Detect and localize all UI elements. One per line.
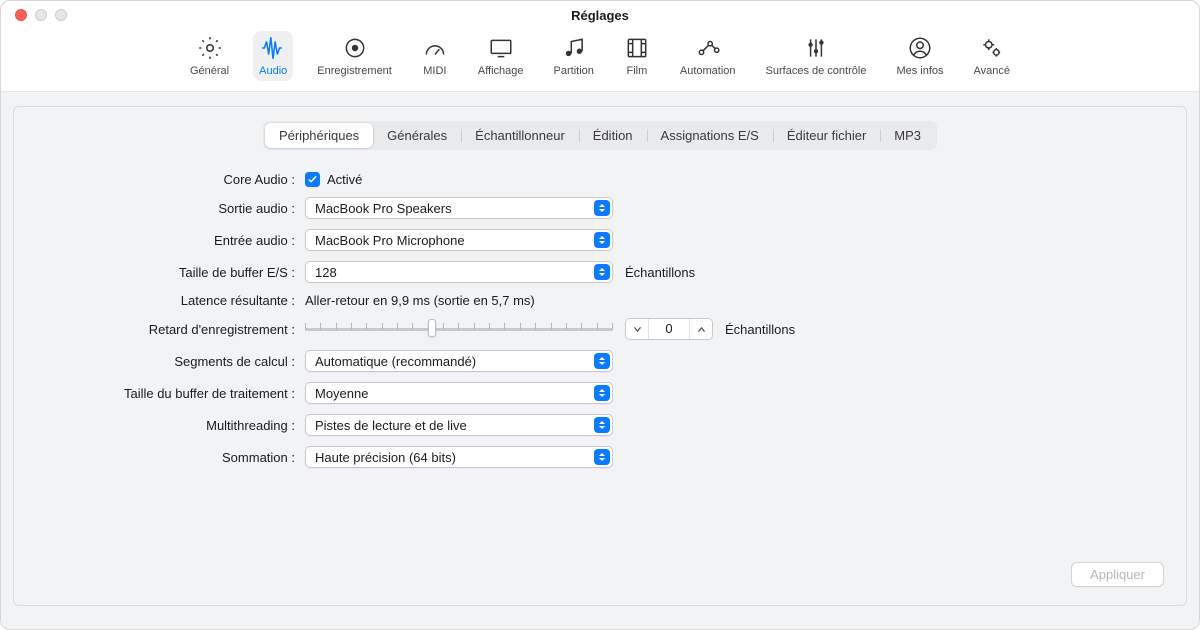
io-buffer-select[interactable]: 128 [305,261,613,283]
toolbar-label: MIDI [423,65,446,77]
toolbar-item-movie[interactable]: Film [618,31,656,81]
select-value: Haute précision (64 bits) [315,450,456,465]
slider-thumb[interactable] [428,319,436,337]
select-value: Moyenne [315,386,368,401]
sliders-icon [803,35,829,61]
label-process-buffer: Taille du buffer de traitement : [50,386,305,401]
label-recording-delay: Retard d'enregistrement : [50,322,305,337]
settings-window: Réglages Général Audio Enregistrement MI… [0,0,1200,630]
gear-icon [197,35,223,61]
toolbar-label: Automation [680,65,736,77]
recording-delay-unit: Échantillons [725,322,795,337]
multithreading-select[interactable]: Pistes de lecture et de live [305,414,613,436]
label-output-device: Sortie audio : [50,201,305,216]
toolbar-label: Affichage [478,65,524,77]
processing-segments-select[interactable]: Automatique (recommandé) [305,350,613,372]
tab-general[interactable]: Générales [373,123,461,148]
toolbar-label: Surfaces de contrôle [766,65,867,77]
apply-button[interactable]: Appliquer [1071,562,1164,587]
process-buffer-select[interactable]: Moyenne [305,382,613,404]
dropdown-caret-icon [594,417,610,433]
tab-editing[interactable]: Édition [579,123,647,148]
maximize-button[interactable] [55,9,67,21]
stepper-value: 0 [648,319,690,339]
toolbar-item-recording[interactable]: Enregistrement [311,31,398,81]
window-title: Réglages [1,8,1199,23]
toolbar-label: Mes infos [896,65,943,77]
select-value: MacBook Pro Speakers [315,201,452,216]
film-icon [624,35,650,61]
toolbar-label: Général [190,65,229,77]
select-value: Automatique (recommandé) [315,354,476,369]
label-input-device: Entrée audio : [50,233,305,248]
dropdown-caret-icon [594,232,610,248]
tab-io-assignments[interactable]: Assignations E/S [647,123,773,148]
dropdown-caret-icon [594,353,610,369]
stepper-up-button[interactable] [690,319,712,339]
music-notes-icon [561,35,587,61]
toolbar-item-control-surfaces[interactable]: Surfaces de contrôle [760,31,873,81]
automation-icon [695,35,721,61]
dropdown-caret-icon [594,200,610,216]
label-summing: Sommation : [50,450,305,465]
tab-devices[interactable]: Périphériques [265,123,373,148]
close-button[interactable] [15,9,27,21]
checkbox-checked-icon [305,172,320,187]
traffic-lights [1,9,67,21]
toolbar-item-advanced[interactable]: Avancé [968,31,1017,81]
summing-select[interactable]: Haute précision (64 bits) [305,446,613,468]
toolbar-item-general[interactable]: Général [184,31,235,81]
toolbar: Général Audio Enregistrement MIDI Affich… [1,29,1199,92]
toolbar-item-display[interactable]: Affichage [472,31,530,81]
toolbar-label: Partition [554,65,594,77]
tab-mp3[interactable]: MP3 [880,123,935,148]
person-icon [907,35,933,61]
select-value: Pistes de lecture et de live [315,418,467,433]
toolbar-label: Audio [259,65,287,77]
record-icon [342,35,368,61]
settings-panel: Périphériques Générales Échantillonneur … [13,106,1187,606]
display-icon [488,35,514,61]
titlebar: Réglages [1,1,1199,29]
toolbar-label: Avancé [974,65,1011,77]
waveform-icon [260,35,286,61]
recording-delay-stepper: 0 [625,318,713,340]
toolbar-item-score[interactable]: Partition [548,31,600,81]
toolbar-item-automation[interactable]: Automation [674,31,742,81]
label-core-audio: Core Audio : [50,172,305,187]
toolbar-item-audio[interactable]: Audio [253,31,293,81]
tab-sampler[interactable]: Échantillonneur [461,123,579,148]
dropdown-caret-icon [594,449,610,465]
tab-file-editor[interactable]: Éditeur fichier [773,123,880,148]
content-area: Périphériques Générales Échantillonneur … [1,92,1199,629]
toolbar-label: Film [627,65,648,77]
minimize-button[interactable] [35,9,47,21]
label-multithreading: Multithreading : [50,418,305,433]
dropdown-caret-icon [594,264,610,280]
recording-delay-slider[interactable] [305,318,613,340]
stepper-down-button[interactable] [626,319,648,339]
toolbar-label: Enregistrement [317,65,392,77]
form: Core Audio : Activé Sortie audio : MacBo… [50,172,870,468]
dropdown-caret-icon [594,385,610,401]
gauge-icon [422,35,448,61]
toolbar-item-my-info[interactable]: Mes infos [890,31,949,81]
gears-icon [979,35,1005,61]
core-audio-toggle[interactable]: Activé [305,172,362,187]
output-device-select[interactable]: MacBook Pro Speakers [305,197,613,219]
label-processing-segments: Segments de calcul : [50,354,305,369]
label-io-buffer: Taille de buffer E/S : [50,265,305,280]
io-buffer-unit: Échantillons [625,265,695,280]
toolbar-item-midi[interactable]: MIDI [416,31,454,81]
input-device-select[interactable]: MacBook Pro Microphone [305,229,613,251]
latency-value: Aller-retour en 9,9 ms (sortie en 5,7 ms… [305,293,535,308]
select-value: 128 [315,265,337,280]
label-latency: Latence résultante : [50,293,305,308]
tab-bar: Périphériques Générales Échantillonneur … [263,121,937,150]
select-value: MacBook Pro Microphone [315,233,465,248]
core-audio-toggle-label: Activé [327,172,362,187]
